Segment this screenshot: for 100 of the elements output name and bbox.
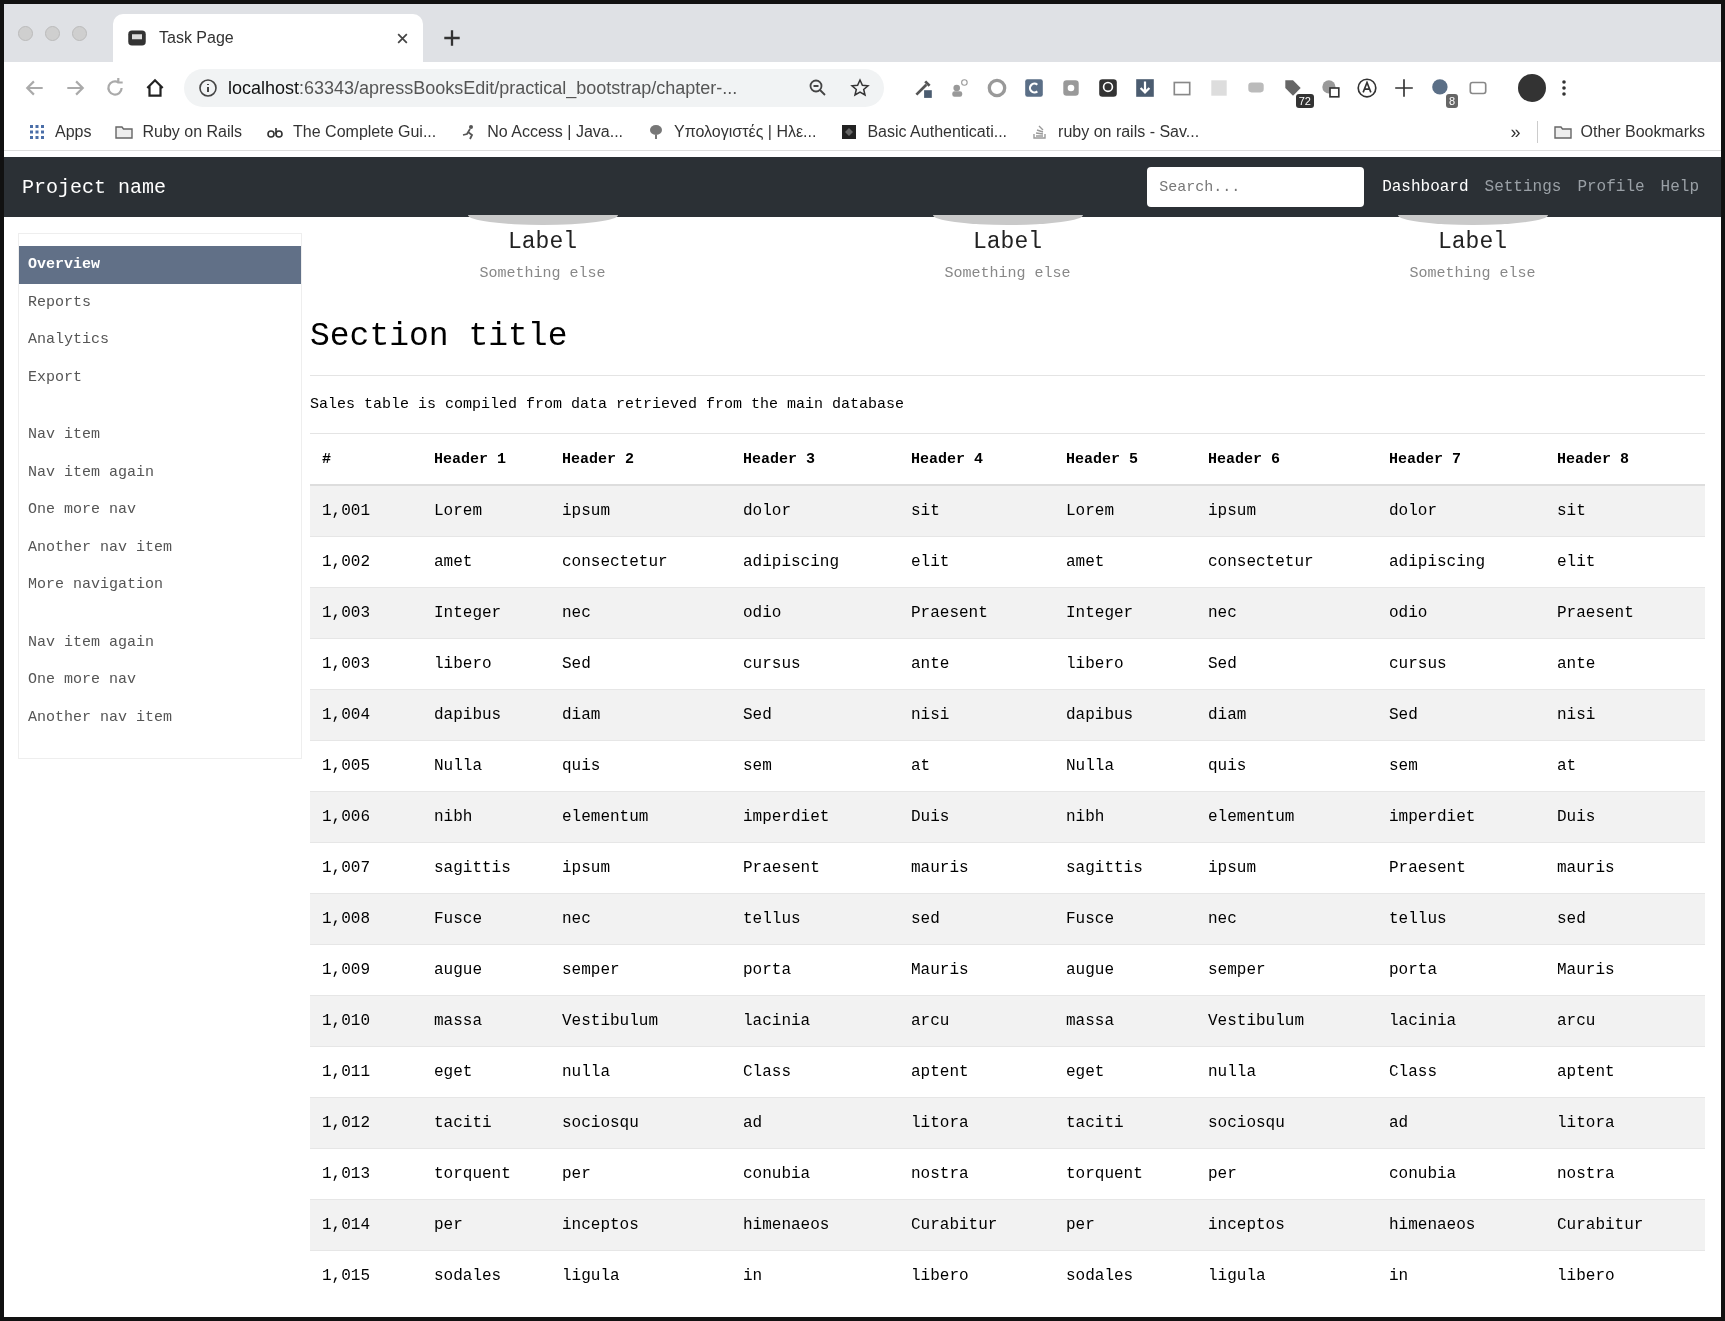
- table-cell: Vestibulum: [1196, 995, 1377, 1047]
- menu-icon[interactable]: [1561, 78, 1567, 98]
- table-cell: 1,004: [310, 689, 422, 741]
- search-field[interactable]: Search...: [1147, 167, 1365, 207]
- table-cell: sit: [899, 485, 1054, 537]
- table-cell: in: [1377, 1250, 1545, 1301]
- ring-icon[interactable]: [986, 77, 1008, 99]
- nav-link[interactable]: Profile: [1569, 178, 1653, 196]
- sidebar-item[interactable]: Nav item again: [19, 453, 301, 491]
- table-cell: lacinia: [1377, 995, 1545, 1047]
- table-cell: imperdiet: [731, 791, 899, 843]
- table-cell: massa: [1054, 995, 1196, 1047]
- people-icon[interactable]: [949, 77, 971, 99]
- close-icon[interactable]: [396, 31, 409, 45]
- table-cell: nibh: [422, 791, 550, 843]
- table-cell: 1,010: [310, 995, 422, 1047]
- window-control-dot[interactable]: [18, 25, 33, 41]
- table-cell: himenaeos: [1377, 1199, 1545, 1251]
- bookmark-item[interactable]: The Complete Gui...: [266, 123, 437, 141]
- bookmarks-overflow-button[interactable]: »: [1510, 121, 1521, 143]
- feature-caption: Something else: [944, 265, 1071, 282]
- app-favicon-icon: [127, 28, 147, 48]
- table-cell: taciti: [1054, 1097, 1196, 1149]
- bookmark-item[interactable]: Υπολογιστές | Ηλε...: [647, 123, 817, 141]
- window-control-dot[interactable]: [72, 25, 87, 41]
- table-cell: sodales: [422, 1250, 550, 1301]
- avatar[interactable]: [1518, 74, 1546, 102]
- table-cell: 1,008: [310, 893, 422, 945]
- table-cell: Lorem: [422, 485, 550, 537]
- table-cell: Curabitur: [1545, 1199, 1705, 1251]
- letter-square-icon[interactable]: [1023, 77, 1045, 99]
- section-title: Section title: [310, 318, 1705, 376]
- sidebar-item[interactable]: Nav item: [19, 416, 301, 454]
- window-control-dot[interactable]: [45, 25, 60, 41]
- feature-caption: Something else: [479, 265, 606, 282]
- table-cell: sit: [1545, 485, 1705, 537]
- table-cell: ipsum: [1196, 485, 1377, 537]
- download-icon[interactable]: [1134, 77, 1156, 99]
- sidebar-item[interactable]: Nav item again: [19, 623, 301, 661]
- extension-badge: 72: [1295, 94, 1314, 108]
- home-icon[interactable]: [144, 77, 166, 99]
- bookmark-item[interactable]: Ruby on Rails: [115, 123, 243, 141]
- table-cell: 1,001: [310, 485, 422, 537]
- letter-circle-icon[interactable]: [1356, 77, 1378, 99]
- feature-label: Label: [508, 229, 577, 255]
- feature-label: Label: [1438, 229, 1507, 255]
- table-cell: 1,006: [310, 791, 422, 843]
- table-cell: Vestibulum: [550, 995, 731, 1047]
- address-field[interactable]: localhost:63343/apressBooksEdit/practical_bootstrap/chapter-...: [184, 69, 884, 107]
- sidebar-item[interactable]: Another nav item: [19, 698, 301, 736]
- table-cell: himenaeos: [731, 1199, 899, 1251]
- other-bookmarks-folder[interactable]: Other Bookmarks: [1553, 123, 1705, 141]
- sidebar-item[interactable]: Reports: [19, 283, 301, 321]
- sidebar-item[interactable]: Another nav item: [19, 528, 301, 566]
- table-cell: ligula: [550, 1250, 731, 1301]
- table-cell: 1,012: [310, 1097, 422, 1149]
- table-cell: 1,014: [310, 1199, 422, 1251]
- sidebar-item[interactable]: More navigation: [19, 566, 301, 604]
- table-cell: diam: [1196, 689, 1377, 741]
- brand-link[interactable]: Project name: [22, 175, 1148, 199]
- star-icon[interactable]: [850, 78, 870, 98]
- bookmark-item[interactable]: Basic Authenticati...: [840, 123, 1008, 141]
- table-cell: sed: [899, 893, 1054, 945]
- table-cell: odio: [731, 587, 899, 639]
- table-cell: ligula: [1196, 1250, 1377, 1301]
- bookmark-item[interactable]: ruby on rails - Sav...: [1031, 123, 1200, 141]
- sidebar-item[interactable]: Analytics: [19, 321, 301, 359]
- browser-tab[interactable]: Task Page: [113, 14, 423, 62]
- table-cell: Lorem: [1054, 485, 1196, 537]
- new-tab-icon[interactable]: [443, 29, 461, 47]
- table-cell: imperdiet: [1377, 791, 1545, 843]
- table-cell: Sed: [1377, 689, 1545, 741]
- zoom-icon[interactable]: [808, 78, 828, 98]
- extension-badge: 8: [1445, 94, 1458, 108]
- nav-link[interactable]: Settings: [1476, 178, 1570, 196]
- feature-caption: Something else: [1409, 265, 1536, 282]
- table-cell: Curabitur: [899, 1199, 1054, 1251]
- nav-link[interactable]: Dashboard: [1374, 178, 1477, 196]
- table-cell: lacinia: [731, 995, 899, 1047]
- sidebar-item[interactable]: One more nav: [19, 491, 301, 529]
- nav-link[interactable]: Help: [1652, 178, 1707, 196]
- table-cell: diam: [550, 689, 731, 741]
- table-cell: inceptos: [1196, 1199, 1377, 1251]
- sidebar-item[interactable]: Overview: [19, 246, 301, 284]
- table-cell: Praesent: [899, 587, 1054, 639]
- bookmark-item[interactable]: No Access | Java...: [460, 123, 623, 141]
- table-cell: libero: [899, 1250, 1054, 1301]
- info-icon: [198, 78, 218, 98]
- table-cell: Praesent: [1545, 587, 1705, 639]
- table-cell: tellus: [731, 893, 899, 945]
- bookmark-item[interactable]: Apps: [28, 123, 92, 141]
- table-cell: sociosqu: [550, 1097, 731, 1149]
- table-cell: Fusce: [1054, 893, 1196, 945]
- table-cell: per: [1054, 1199, 1196, 1251]
- table-cell: sodales: [1054, 1250, 1196, 1301]
- table-cell: nec: [550, 893, 731, 945]
- sidebar-item[interactable]: One more nav: [19, 661, 301, 699]
- sidebar-item[interactable]: Export: [19, 358, 301, 396]
- table-cell: taciti: [422, 1097, 550, 1149]
- table-cell: arcu: [1545, 995, 1705, 1047]
